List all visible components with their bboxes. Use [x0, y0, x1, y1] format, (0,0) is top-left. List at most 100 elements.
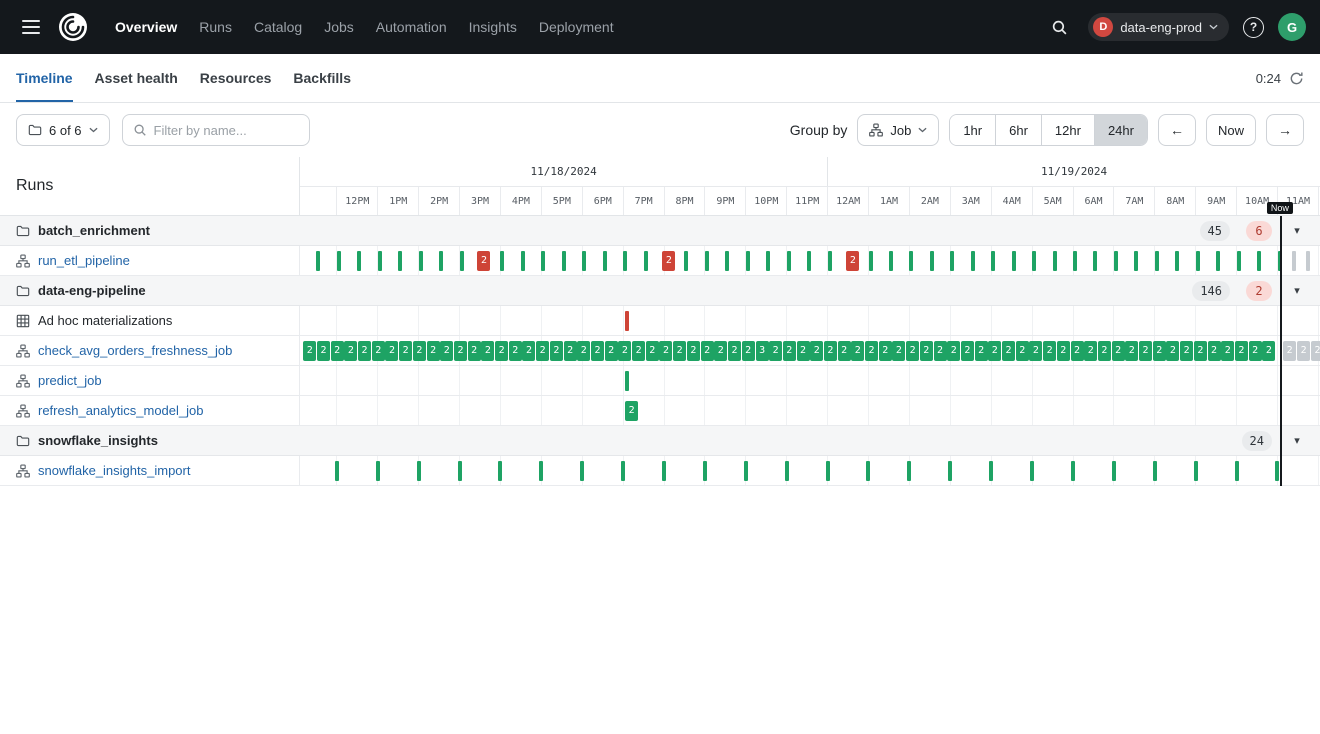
run-mark[interactable]: 2: [1029, 341, 1042, 361]
dagster-logo-icon[interactable]: [56, 10, 90, 44]
run-mark[interactable]: 2: [1057, 341, 1070, 361]
collapse-caret-icon[interactable]: ▾: [1286, 224, 1308, 237]
run-mark[interactable]: [357, 251, 361, 271]
run-mark[interactable]: 2: [413, 341, 426, 361]
search-icon[interactable]: [1044, 12, 1074, 42]
repo-scope-button[interactable]: 6 of 6: [16, 114, 110, 146]
deployment-switcher[interactable]: D data-eng-prod: [1088, 13, 1229, 41]
run-mark[interactable]: [948, 461, 952, 481]
run-mark[interactable]: [989, 461, 993, 481]
timeline-now-button[interactable]: Now: [1206, 114, 1256, 146]
run-mark[interactable]: [907, 461, 911, 481]
run-mark[interactable]: 2: [1098, 341, 1111, 361]
run-mark[interactable]: 2: [358, 341, 371, 361]
run-mark[interactable]: [1073, 251, 1077, 271]
run-mark[interactable]: [1134, 251, 1138, 271]
run-mark[interactable]: 2: [646, 341, 659, 361]
run-mark[interactable]: 2: [701, 341, 714, 361]
run-mark[interactable]: 2: [625, 401, 638, 421]
run-mark[interactable]: [458, 461, 462, 481]
run-mark[interactable]: [1175, 251, 1179, 271]
run-mark[interactable]: [1155, 251, 1159, 271]
run-mark[interactable]: [500, 251, 504, 271]
run-mark[interactable]: 2: [385, 341, 398, 361]
run-mark[interactable]: 2: [399, 341, 412, 361]
run-mark[interactable]: 2: [1208, 341, 1221, 361]
run-mark[interactable]: [521, 251, 525, 271]
help-icon[interactable]: ?: [1243, 17, 1264, 38]
run-mark[interactable]: [335, 461, 339, 481]
run-mark[interactable]: [419, 251, 423, 271]
run-mark[interactable]: [1032, 251, 1036, 271]
run-mark[interactable]: [1194, 461, 1198, 481]
run-mark[interactable]: [1292, 251, 1296, 271]
run-mark[interactable]: [705, 251, 709, 271]
run-mark[interactable]: 2: [550, 341, 563, 361]
run-mark[interactable]: [316, 251, 320, 271]
nav-item-overview[interactable]: Overview: [104, 13, 188, 41]
run-mark[interactable]: 2: [632, 341, 645, 361]
nav-item-jobs[interactable]: Jobs: [313, 13, 365, 41]
run-mark[interactable]: [623, 251, 627, 271]
run-mark[interactable]: 2: [1002, 341, 1015, 361]
timeline-group-row-snowflake-insights[interactable]: snowflake_insights24▾: [0, 426, 1320, 456]
nav-item-deployment[interactable]: Deployment: [528, 13, 625, 41]
tab-timeline[interactable]: Timeline: [16, 54, 73, 102]
run-mark[interactable]: 2: [372, 341, 385, 361]
run-mark[interactable]: 2: [892, 341, 905, 361]
run-mark[interactable]: [1257, 251, 1261, 271]
range-24hr[interactable]: 24hr: [1094, 115, 1147, 145]
run-mark[interactable]: 2: [879, 341, 892, 361]
run-mark[interactable]: [644, 251, 648, 271]
run-mark[interactable]: [1071, 461, 1075, 481]
run-mark[interactable]: 2: [605, 341, 618, 361]
run-mark[interactable]: 2: [1180, 341, 1193, 361]
run-mark[interactable]: 2: [522, 341, 535, 361]
run-mark[interactable]: 2: [1235, 341, 1248, 361]
run-mark[interactable]: [1012, 251, 1016, 271]
run-mark[interactable]: [378, 251, 382, 271]
run-mark[interactable]: [746, 251, 750, 271]
run-mark[interactable]: [625, 311, 629, 331]
run-mark[interactable]: [1053, 251, 1057, 271]
run-mark[interactable]: [1306, 251, 1310, 271]
run-mark[interactable]: [930, 251, 934, 271]
run-mark[interactable]: [621, 461, 625, 481]
run-mark[interactable]: [1093, 251, 1097, 271]
run-mark[interactable]: 2: [427, 341, 440, 361]
run-mark[interactable]: [662, 461, 666, 481]
run-mark[interactable]: [950, 251, 954, 271]
run-mark[interactable]: [807, 251, 811, 271]
range-1hr[interactable]: 1hr: [950, 115, 995, 145]
collapse-caret-icon[interactable]: ▾: [1286, 434, 1308, 447]
nav-item-catalog[interactable]: Catalog: [243, 13, 313, 41]
run-mark[interactable]: [766, 251, 770, 271]
run-mark[interactable]: [785, 461, 789, 481]
tab-asset-health[interactable]: Asset health: [95, 54, 178, 102]
timeline-next-button[interactable]: →: [1266, 114, 1304, 146]
run-mark[interactable]: [991, 251, 995, 271]
run-mark[interactable]: 2: [1125, 341, 1138, 361]
run-mark[interactable]: [1030, 461, 1034, 481]
run-mark[interactable]: [1196, 251, 1200, 271]
run-mark[interactable]: [337, 251, 341, 271]
run-mark[interactable]: 2: [440, 341, 453, 361]
run-mark[interactable]: 2: [906, 341, 919, 361]
run-mark[interactable]: 2: [824, 341, 837, 361]
tab-resources[interactable]: Resources: [200, 54, 272, 102]
run-mark[interactable]: [417, 461, 421, 481]
run-mark[interactable]: 2: [344, 341, 357, 361]
nav-item-insights[interactable]: Insights: [458, 13, 528, 41]
run-mark[interactable]: 2: [961, 341, 974, 361]
run-mark[interactable]: 2: [536, 341, 549, 361]
run-mark[interactable]: 2: [769, 341, 782, 361]
run-mark[interactable]: 2: [975, 341, 988, 361]
run-mark[interactable]: [539, 461, 543, 481]
run-mark[interactable]: 2: [1084, 341, 1097, 361]
range-6hr[interactable]: 6hr: [995, 115, 1041, 145]
run-mark[interactable]: 2: [1249, 341, 1262, 361]
run-mark[interactable]: [1216, 251, 1220, 271]
run-mark[interactable]: [498, 461, 502, 481]
run-mark[interactable]: [828, 251, 832, 271]
timeline-group-row-batch-enrichment[interactable]: batch_enrichment456▾: [0, 216, 1320, 246]
